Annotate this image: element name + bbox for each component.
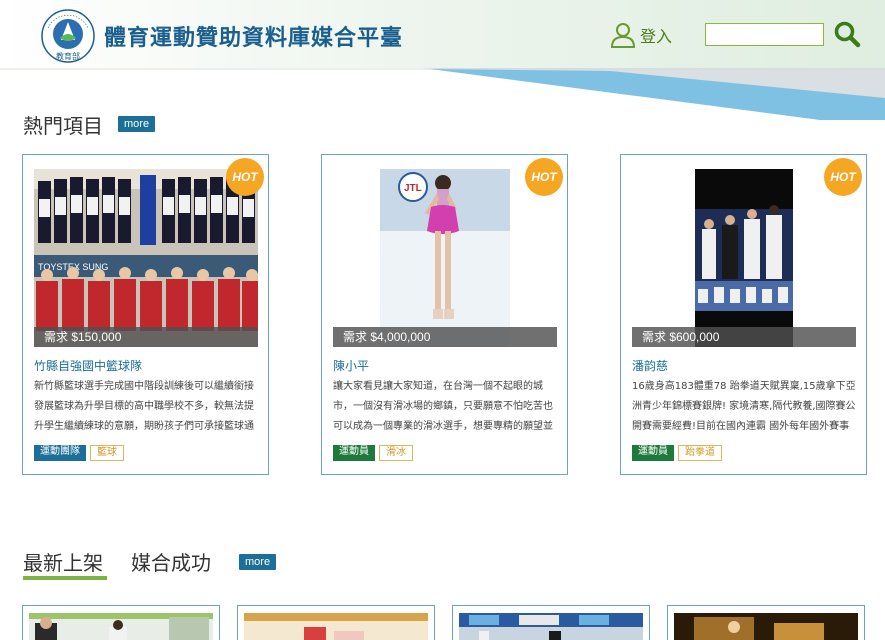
latest-photo-1	[29, 613, 213, 640]
search-input[interactable]	[705, 23, 824, 46]
ministry-seal-icon: 教育部	[41, 9, 95, 63]
hot-more-button[interactable]: more	[118, 116, 156, 132]
taekwondo-ceremony-photo	[632, 169, 856, 347]
latest-card-1[interactable]	[22, 605, 220, 640]
latest-card-image[interactable]	[244, 613, 428, 640]
card-image-basketball-team[interactable]: TOYSTEX SUNG 需求 $150,000	[34, 169, 258, 347]
card-tags: 運動員 跆拳道	[632, 445, 722, 461]
tag-sport[interactable]: 滑冰	[379, 445, 413, 461]
hot-card-1[interactable]: HOT TOYSTEX SUNG 需求 $150,000 竹縣自強國中籃球隊 新…	[22, 154, 269, 475]
hot-section-title: 熱門項目	[23, 114, 103, 138]
tag-sport[interactable]: 籃球	[90, 445, 124, 461]
login-link[interactable]: 登入	[610, 22, 672, 48]
hot-card-3[interactable]: HOT 需求 $600,000 潘韵慈 16歲身高183體重78 跆拳道天賦異稟…	[620, 154, 867, 475]
ministry-logo[interactable]: 教育部	[40, 8, 96, 64]
user-icon	[610, 23, 636, 48]
latest-card-4[interactable]	[667, 605, 865, 640]
tag-category[interactable]: 運動團隊	[34, 445, 86, 461]
active-tab-indicator	[23, 576, 107, 580]
card-description: 讓大家看見讓大家知道，在台灣一個不起眼的城市，一個沒有滑冰場的鄉鎮，只要願意不怕…	[333, 381, 553, 432]
latest-card-3[interactable]	[452, 605, 650, 640]
card-image-skater[interactable]: JTL 需求 $4,000,000	[333, 169, 557, 347]
card-amount: 需求 $4,000,000	[333, 327, 557, 347]
latest-card-image[interactable]	[29, 613, 213, 640]
card-description: 16歲身高183體重78 跆拳道天賦異稟,15歲拿下亞洲青少年錦標賽銀牌! 家境…	[632, 381, 856, 432]
card-image-taekwondo[interactable]: 需求 $600,000	[632, 169, 856, 347]
card-title[interactable]: 潘韵慈	[632, 357, 668, 374]
hot-badge: HOT	[226, 158, 264, 196]
card-tags: 運動團隊 籃球	[34, 445, 124, 461]
latest-photo-4	[674, 613, 858, 640]
card-amount: 需求 $150,000	[34, 327, 258, 347]
hot-badge: HOT	[824, 158, 862, 196]
latest-card-image[interactable]	[459, 613, 643, 640]
hot-card-2[interactable]: HOT JTL 需求 $4,000,000 陳小平 讓大家看見讓大家知道，在台灣…	[321, 154, 568, 475]
latest-more-button[interactable]: more	[239, 554, 277, 570]
figure-skater-photo: JTL	[333, 169, 557, 347]
card-amount: 需求 $600,000	[632, 327, 856, 347]
hot-badge: HOT	[525, 158, 563, 196]
card-description: 新竹縣籃球選手完成國中階段訓練後可以繼續銜接發展籃球為升學目標的高中職學校不多，…	[34, 381, 254, 432]
latest-card-image[interactable]	[674, 613, 858, 640]
card-title[interactable]: 竹縣自強國中籃球隊	[34, 357, 142, 374]
latest-photo-3	[459, 613, 643, 640]
svg-text:JTL: JTL	[404, 183, 422, 194]
tag-sport[interactable]: 跆拳道	[678, 445, 722, 461]
tab-matched[interactable]: 媒合成功	[131, 547, 211, 576]
site-title[interactable]: 體育運動贊助資料庫媒合平臺	[104, 20, 403, 52]
search-icon[interactable]	[833, 20, 861, 48]
tab-latest[interactable]: 最新上架	[23, 547, 103, 576]
site-header: 教育部 體育運動贊助資料庫媒合平臺 登入	[0, 0, 885, 120]
latest-card-2[interactable]	[237, 605, 435, 640]
svg-text:教育部: 教育部	[56, 51, 80, 61]
login-label: 登入	[640, 27, 673, 46]
card-tags: 運動員 滑冰	[333, 445, 413, 461]
header-background	[0, 0, 885, 120]
tag-category[interactable]: 運動員	[333, 445, 375, 461]
latest-photo-2	[244, 613, 428, 640]
tag-category[interactable]: 運動員	[632, 445, 674, 461]
basketball-team-photo: TOYSTEX SUNG	[34, 169, 258, 347]
card-title[interactable]: 陳小平	[333, 357, 369, 374]
